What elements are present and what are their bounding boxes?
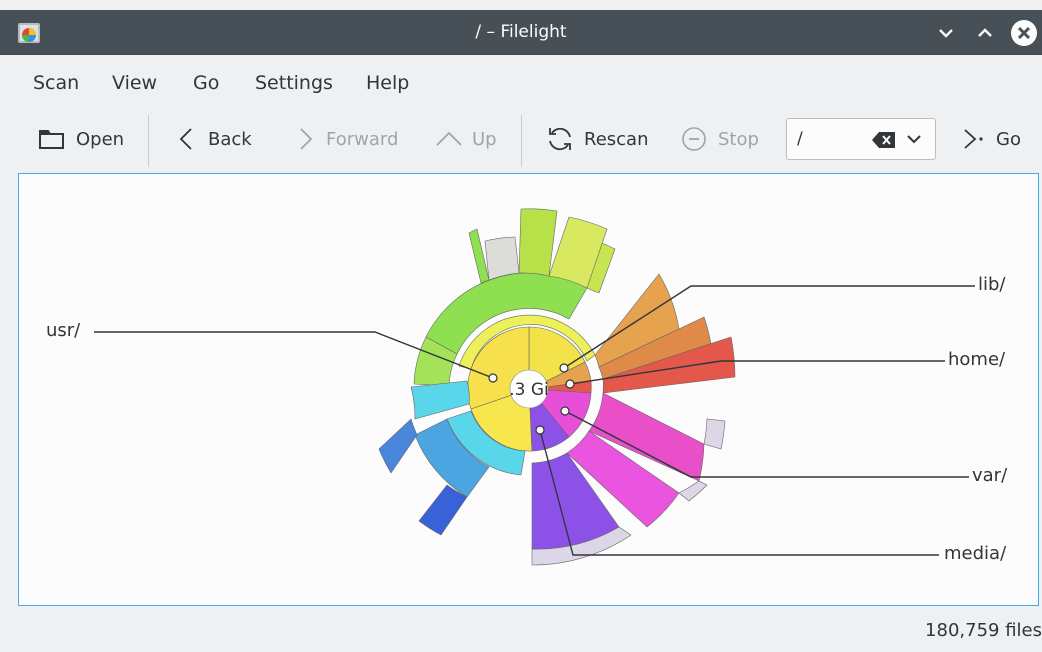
- stop-label: Stop: [718, 128, 759, 150]
- go-button[interactable]: Go: [960, 119, 1021, 159]
- window-titlebar[interactable]: / – Filelight: [0, 10, 1042, 55]
- rescan-button[interactable]: Rescan: [546, 119, 649, 159]
- chevron-down-icon[interactable]: [905, 132, 923, 146]
- go-label: Go: [996, 128, 1021, 150]
- back-button[interactable]: Back: [176, 119, 252, 159]
- label-media: media/: [941, 543, 1010, 564]
- chevron-left-icon: [179, 128, 192, 150]
- main-toolbar: Open Back Forward Up Rescan Stop / Go: [0, 111, 1042, 171]
- menu-bar: Scan View Go Settings Help: [0, 55, 1042, 111]
- chevron-right-icon: [300, 128, 313, 150]
- path-combobox[interactable]: /: [786, 118, 936, 160]
- menu-scan[interactable]: Scan: [33, 72, 79, 94]
- open-label: Open: [76, 128, 125, 150]
- segment-usr-child[interactable]: [468, 228, 490, 284]
- up-button[interactable]: Up: [434, 119, 497, 159]
- stop-icon: [682, 127, 706, 151]
- open-button[interactable]: Open: [38, 119, 124, 159]
- stop-button[interactable]: Stop: [680, 119, 759, 159]
- refresh-icon: [549, 127, 571, 151]
- folder-open-icon: [39, 130, 64, 149]
- toolbar-separator: [148, 115, 149, 167]
- label-var: var/: [969, 465, 1011, 486]
- window-title: / – Filelight: [475, 22, 567, 42]
- segment-var-child[interactable]: [678, 480, 708, 502]
- center-size-label: .3 Gi: [509, 380, 549, 400]
- radial-map[interactable]: .3 Gi: [19, 174, 1038, 605]
- segment-usr-child[interactable]: [410, 380, 470, 420]
- segment-usr-child[interactable]: [518, 208, 558, 277]
- menu-help[interactable]: Help: [366, 72, 409, 94]
- rescan-label: Rescan: [584, 128, 649, 150]
- path-input[interactable]: /: [797, 129, 803, 149]
- label-home: home/: [945, 349, 1009, 370]
- status-file-count: 180,759 files: [925, 620, 1042, 641]
- close-icon[interactable]: [1010, 19, 1038, 47]
- minimize-icon[interactable]: [932, 19, 960, 47]
- forward-label: Forward: [326, 128, 399, 150]
- label-usr: usr/: [43, 320, 84, 341]
- chevron-up-icon: [436, 131, 462, 146]
- segment-usr-child[interactable]: [378, 418, 418, 474]
- menu-settings[interactable]: Settings: [255, 72, 333, 94]
- go-arrow-icon: [964, 129, 983, 149]
- toolbar-separator: [521, 115, 522, 167]
- segment-var-child[interactable]: [703, 418, 726, 450]
- radial-map-view[interactable]: .3 Gi usr/ lib/ home/ var/ media/: [18, 173, 1039, 606]
- clear-text-icon[interactable]: [871, 130, 897, 150]
- label-lib: lib/: [975, 274, 1009, 295]
- maximize-icon[interactable]: [971, 19, 999, 47]
- menu-view[interactable]: View: [112, 72, 157, 94]
- forward-button[interactable]: Forward: [294, 119, 398, 159]
- segment-usr-child[interactable]: [484, 236, 520, 281]
- up-label: Up: [472, 128, 497, 150]
- back-label: Back: [208, 128, 252, 150]
- menu-go[interactable]: Go: [193, 72, 219, 94]
